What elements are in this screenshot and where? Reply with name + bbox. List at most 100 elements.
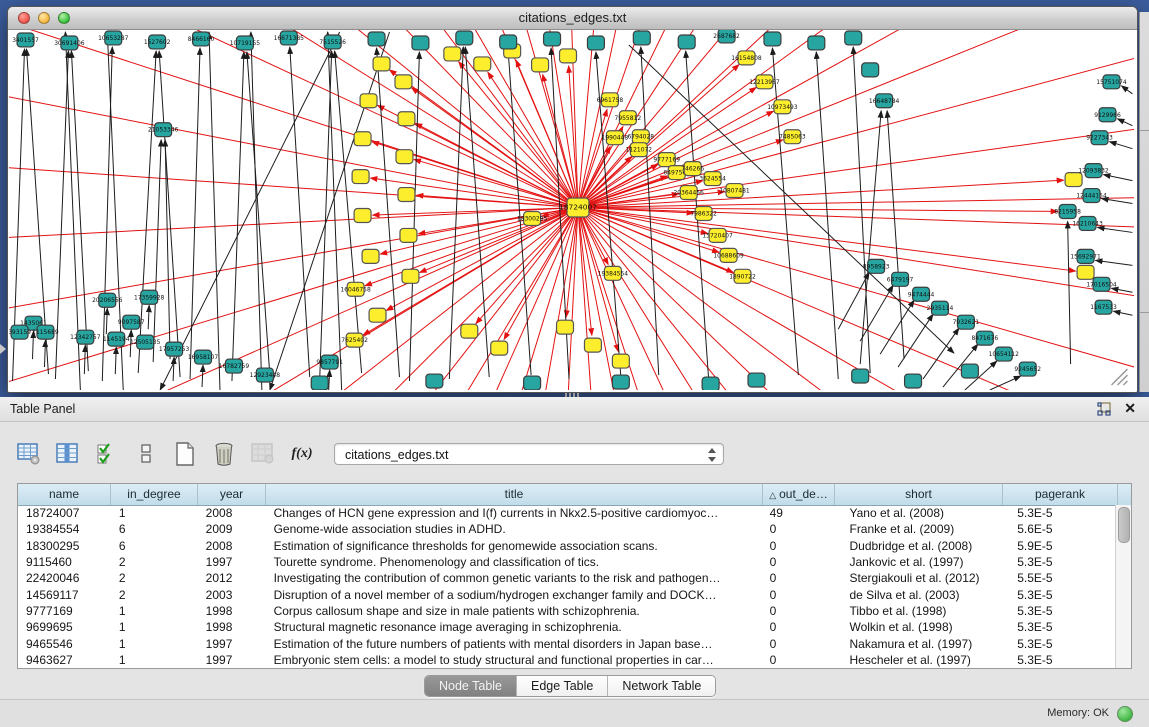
graph-node-yellow[interactable]: [1077, 265, 1094, 279]
table-row[interactable]: 2242004622012Investigating the contribut…: [18, 570, 1116, 586]
cell-pagerank[interactable]: 5.9E-5: [1001, 539, 1116, 553]
graph-node-yellow[interactable]: [532, 58, 549, 72]
create-table-icon[interactable]: [170, 440, 200, 468]
cell-name[interactable]: 22420046: [18, 571, 111, 585]
cell-title[interactable]: Embryonic stem cells: a model to study s…: [266, 653, 762, 667]
graph-node-teal[interactable]: [368, 32, 385, 46]
splitter-handle[interactable]: [565, 393, 581, 397]
cell-year[interactable]: 2009: [198, 522, 266, 536]
graph-node-teal[interactable]: [764, 32, 781, 46]
cell-short[interactable]: Nakamura et al. (1997): [833, 637, 1001, 651]
cell-out_de[interactable]: 0: [762, 588, 834, 602]
graph-node-teal[interactable]: [544, 32, 561, 46]
graph-node-teal[interactable]: [961, 364, 978, 378]
cell-title[interactable]: Corpus callosum shape and size in male p…: [266, 604, 762, 618]
column-header-name[interactable]: name: [18, 484, 111, 505]
graph-node-teal[interactable]: [748, 373, 765, 387]
graph-node-teal[interactable]: [852, 369, 869, 383]
cell-out_de[interactable]: 0: [762, 604, 834, 618]
graph-node-yellow[interactable]: [396, 150, 413, 164]
cell-name[interactable]: 9115460: [18, 555, 111, 569]
cell-in_degree[interactable]: 6: [111, 539, 198, 553]
cell-pagerank[interactable]: 5.6E-5: [1001, 522, 1116, 536]
cell-out_de[interactable]: 0: [762, 555, 834, 569]
graph-node-yellow[interactable]: [395, 75, 412, 89]
cell-name[interactable]: 18724007: [18, 506, 111, 520]
cell-in_degree[interactable]: 1: [111, 620, 198, 634]
cell-title[interactable]: Tourette syndrome. Phenomenology and cla…: [266, 555, 762, 569]
cell-year[interactable]: 2012: [198, 571, 266, 585]
cell-pagerank[interactable]: 5.3E-5: [1001, 588, 1116, 602]
cell-in_degree[interactable]: 1: [111, 637, 198, 651]
graph-node-teal[interactable]: [612, 375, 629, 389]
column-header-in_degree[interactable]: in_degree: [111, 484, 198, 505]
function-builder-icon[interactable]: f(x): [287, 440, 317, 468]
table-mode-icon[interactable]: [14, 440, 44, 468]
graph-node-yellow[interactable]: [474, 57, 491, 71]
column-header-title[interactable]: title: [266, 484, 763, 505]
cell-in_degree[interactable]: 1: [111, 653, 198, 667]
graph-node-teal[interactable]: [456, 31, 473, 45]
cell-pagerank[interactable]: 5.3E-5: [1001, 620, 1116, 634]
import-table-icon[interactable]: [248, 440, 278, 468]
cell-year[interactable]: 1997: [198, 653, 266, 667]
cell-name[interactable]: 9699695: [18, 620, 111, 634]
graph-node-yellow[interactable]: [402, 269, 419, 283]
cell-year[interactable]: 1997: [198, 637, 266, 651]
graph-node-yellow[interactable]: [400, 228, 417, 242]
cell-name[interactable]: 9777169: [18, 604, 111, 618]
cell-in_degree[interactable]: 6: [111, 522, 198, 536]
cell-short[interactable]: Yano et al. (2008): [833, 506, 1001, 520]
table-row[interactable]: 946362711997Embryonic stem cells: a mode…: [18, 652, 1116, 668]
column-header-pagerank[interactable]: pagerank: [1003, 484, 1118, 505]
graph-node-yellow[interactable]: [373, 57, 390, 71]
graph-node-teal[interactable]: [702, 377, 719, 390]
cell-name[interactable]: 9463627: [18, 653, 111, 667]
table-row[interactable]: 1938455462009Genome-wide association stu…: [18, 521, 1116, 537]
network-window-titlebar[interactable]: citations_edges.txt: [8, 7, 1137, 30]
cell-title[interactable]: Disruption of a novel member of a sodium…: [266, 588, 762, 602]
cell-title[interactable]: Structural magnetic resonance image aver…: [266, 620, 762, 634]
show-columns-icon[interactable]: [53, 440, 83, 468]
table-row[interactable]: 946554611997Estimation of the future num…: [18, 635, 1116, 651]
memory-status-icon[interactable]: [1117, 706, 1133, 722]
select-rows-icon[interactable]: [92, 440, 122, 468]
cell-pagerank[interactable]: 5.3E-5: [1001, 604, 1116, 618]
graph-node-yellow[interactable]: [1065, 173, 1082, 187]
cell-in_degree[interactable]: 2: [111, 555, 198, 569]
cell-title[interactable]: Estimation of the future numbers of pati…: [266, 637, 762, 651]
cell-in_degree[interactable]: 1: [111, 604, 198, 618]
graph-node-yellow[interactable]: [612, 354, 629, 368]
cell-short[interactable]: Franke et al. (2009): [833, 522, 1001, 536]
cell-title[interactable]: Changes of HCN gene expression and I(f) …: [266, 506, 762, 520]
cell-short[interactable]: Wolkin et al. (1998): [833, 620, 1001, 634]
cell-out_de[interactable]: 0: [762, 522, 834, 536]
close-panel-icon[interactable]: ✕: [1124, 400, 1136, 417]
graph-node-teal[interactable]: [311, 376, 328, 390]
graph-node-teal[interactable]: [500, 35, 517, 49]
graph-node-yellow[interactable]: [560, 49, 577, 63]
cell-name[interactable]: 14569117: [18, 588, 111, 602]
vertical-scrollbar[interactable]: [1115, 505, 1131, 668]
table-row[interactable]: 977716911998Corpus callosum shape and si…: [18, 603, 1116, 619]
cell-year[interactable]: 2003: [198, 588, 266, 602]
graph-node-teal[interactable]: [587, 36, 604, 50]
cell-title[interactable]: Genome-wide association studies in ADHD.: [266, 522, 762, 536]
graph-node-yellow[interactable]: [354, 209, 371, 223]
cell-out_de[interactable]: 0: [762, 653, 834, 667]
graph-node-yellow[interactable]: [369, 308, 386, 322]
graph-node-teal[interactable]: [862, 63, 879, 77]
row-height-icon[interactable]: [131, 440, 161, 468]
cell-out_de[interactable]: 49: [762, 506, 834, 520]
cell-name[interactable]: 19384554: [18, 522, 111, 536]
graph-node-teal[interactable]: [845, 31, 862, 45]
cell-in_degree[interactable]: 1: [111, 506, 198, 520]
table-row[interactable]: 1872400712008Changes of HCN gene express…: [18, 505, 1116, 521]
cell-short[interactable]: de Silva et al. (2003): [833, 588, 1001, 602]
resize-grip[interactable]: [1112, 369, 1128, 385]
graph-node-yellow[interactable]: [584, 338, 601, 352]
graph-node-teal[interactable]: [678, 35, 695, 49]
table-row[interactable]: 1830029562008Estimation of significance …: [18, 538, 1116, 554]
column-header-short[interactable]: short: [835, 484, 1003, 505]
cell-title[interactable]: Investigating the contribution of common…: [266, 571, 762, 585]
